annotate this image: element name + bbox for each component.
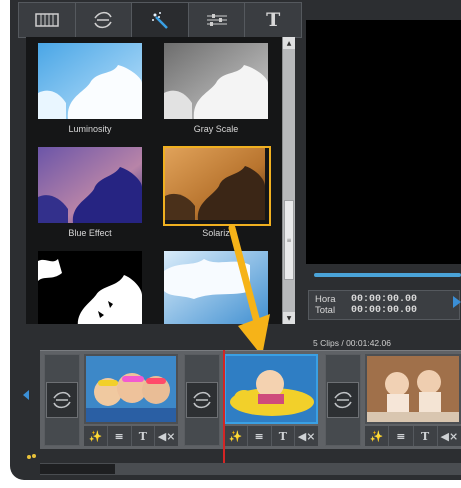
- total-value: 00:00:00.00: [351, 305, 418, 316]
- progress-track[interactable]: [314, 273, 461, 277]
- sky-thumbnail: [165, 148, 265, 220]
- scroll-thumb[interactable]: ≡: [284, 200, 294, 280]
- playback-progress[interactable]: [306, 270, 461, 280]
- sky-thumbnail: [164, 251, 268, 324]
- clip-adjust-button[interactable]: ≡: [248, 426, 272, 446]
- sky-thumbnail: [38, 43, 142, 119]
- timeline-scroll-thumb[interactable]: [40, 464, 115, 474]
- video-preview[interactable]: [306, 20, 461, 264]
- effect-thumb-blue-effect[interactable]: [38, 147, 142, 223]
- clip-controls: ✨ ≡ T ◀×: [84, 426, 178, 446]
- scroll-up-arrow[interactable]: ▲: [283, 37, 295, 49]
- transition-slot[interactable]: [44, 354, 80, 446]
- tab-clips[interactable]: [19, 3, 76, 37]
- clip-effects-button[interactable]: ✨: [224, 426, 248, 446]
- transition-icon: [53, 391, 71, 409]
- sky-thumbnail: [164, 43, 268, 119]
- film-strip-icon: [35, 13, 59, 27]
- gallery-scrollbar[interactable]: ▲ ≡ ▼: [282, 37, 295, 324]
- effect-thumb-luminosity[interactable]: [38, 43, 142, 119]
- hora-value: 00:00:00.00: [351, 294, 418, 305]
- timecode-panel: Hora 00:00:00.00 Total 00:00:00.00: [308, 290, 460, 320]
- clip-mute-button[interactable]: ◀×: [438, 426, 461, 446]
- hora-label: Hora: [315, 294, 336, 305]
- tab-effects[interactable]: [132, 3, 189, 37]
- effects-tab-bar: T: [18, 2, 302, 38]
- effect-label: Solariz: [202, 228, 230, 238]
- clip-text-button[interactable]: T: [132, 426, 156, 446]
- clip-mute-button[interactable]: ◀×: [155, 426, 178, 446]
- clip-thumbnail[interactable]: [365, 354, 461, 424]
- clip-photo-kids: [86, 356, 176, 422]
- tab-adjust[interactable]: [189, 3, 246, 37]
- clip-photo-babies: [367, 356, 459, 422]
- transition-icon: [193, 391, 211, 409]
- total-label: Total: [315, 305, 336, 316]
- magic-wand-icon: [151, 12, 168, 29]
- transition-icon: [334, 391, 352, 409]
- transition-slot[interactable]: [325, 354, 361, 446]
- clip-controls: ✨ ≡ T ◀×: [365, 426, 461, 446]
- video-editor-window: T Luminosity Gray Scale Blue Effect Sola…: [0, 0, 461, 488]
- effect-label: Blue Effect: [68, 228, 112, 238]
- effect-thumb-sky[interactable]: [164, 251, 268, 324]
- sliders-icon: [206, 14, 227, 26]
- clip-thumbnail[interactable]: [84, 354, 178, 424]
- clip-photo-baby-pool: [226, 356, 316, 422]
- effect-thumb-solarize[interactable]: [163, 146, 271, 226]
- effect-label: Gray Scale: [193, 124, 239, 134]
- timeline-info: 5 Clips / 00:01:42.06: [313, 338, 391, 348]
- audio-track-icon[interactable]: [26, 452, 36, 460]
- timeline-playhead[interactable]: [223, 350, 225, 464]
- clip-effects-button[interactable]: ✨: [365, 426, 390, 446]
- clip-effects-button[interactable]: ✨: [84, 426, 108, 446]
- effects-gallery: Luminosity Gray Scale Blue Effect Solari…: [26, 37, 282, 324]
- text-icon: T: [266, 9, 281, 31]
- sky-thumbnail: [38, 251, 142, 324]
- clip-adjust-button[interactable]: ≡: [108, 426, 132, 446]
- timeline-scrollbar[interactable]: [40, 463, 461, 475]
- transition-icon: [94, 11, 113, 29]
- play-icon[interactable]: [453, 296, 461, 308]
- tab-text[interactable]: T: [245, 3, 301, 37]
- clip-text-button[interactable]: T: [272, 426, 296, 446]
- clip-text-button[interactable]: T: [414, 426, 438, 446]
- sky-thumbnail: [38, 147, 142, 223]
- effect-label: Luminosity: [68, 124, 112, 134]
- clip-mute-button[interactable]: ◀×: [295, 426, 318, 446]
- scroll-down-arrow[interactable]: ▼: [283, 312, 295, 324]
- clip-thumbnail-selected[interactable]: [224, 354, 318, 424]
- clip-adjust-button[interactable]: ≡: [389, 426, 414, 446]
- effect-thumb-grayscale[interactable]: [164, 43, 268, 119]
- transition-slot[interactable]: [184, 354, 220, 446]
- clip-controls: ✨ ≡ T ◀×: [224, 426, 318, 446]
- timeline-left-arrow-icon[interactable]: [23, 390, 29, 400]
- effect-thumb-threshold[interactable]: [38, 251, 142, 324]
- tab-transitions[interactable]: [76, 3, 133, 37]
